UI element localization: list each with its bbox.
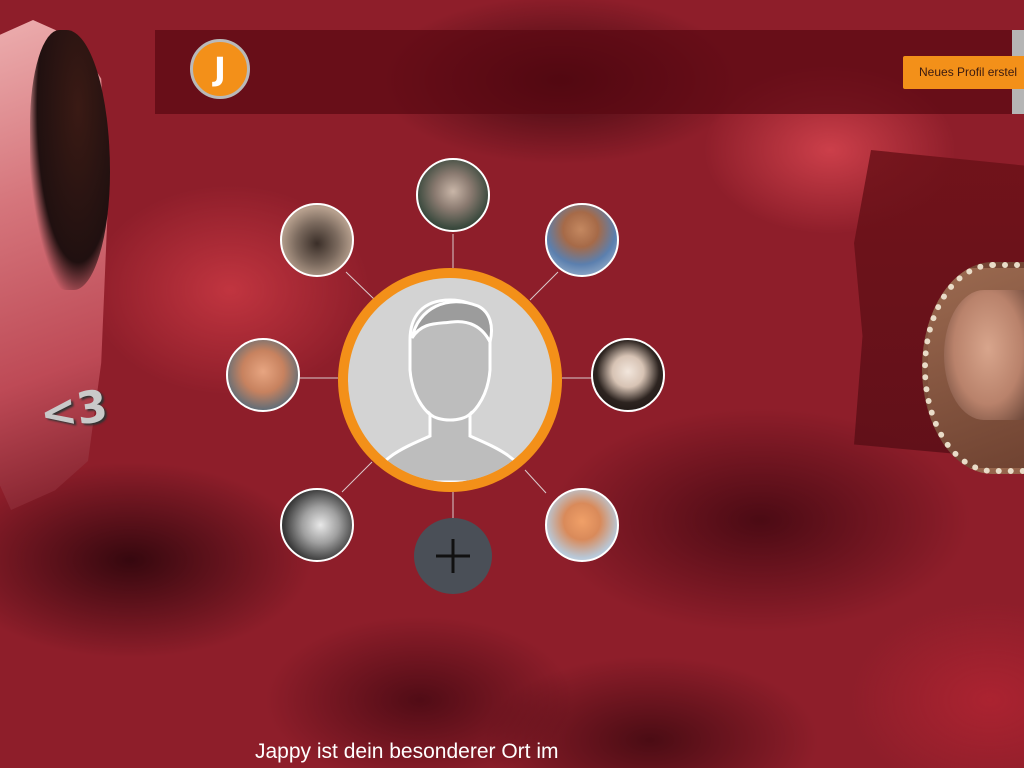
friend-photo-top-left[interactable] [280,203,354,277]
user-silhouette-icon [366,298,552,482]
profile-avatar-image [348,278,552,482]
friend-photo-bottom-left[interactable] [280,488,354,562]
friend-photo-top-right[interactable] [545,203,619,277]
friend-photo-left[interactable] [226,338,300,412]
friend-photo-top[interactable] [416,158,490,232]
add-friend-button[interactable] [414,518,492,594]
profile-avatar[interactable] [338,268,562,492]
friend-photo-right[interactable] [591,338,665,412]
tagline: Jappy ist dein besonderer Ort im [255,740,559,763]
plus-icon [436,539,470,573]
friend-photo-bottom-right[interactable] [545,488,619,562]
